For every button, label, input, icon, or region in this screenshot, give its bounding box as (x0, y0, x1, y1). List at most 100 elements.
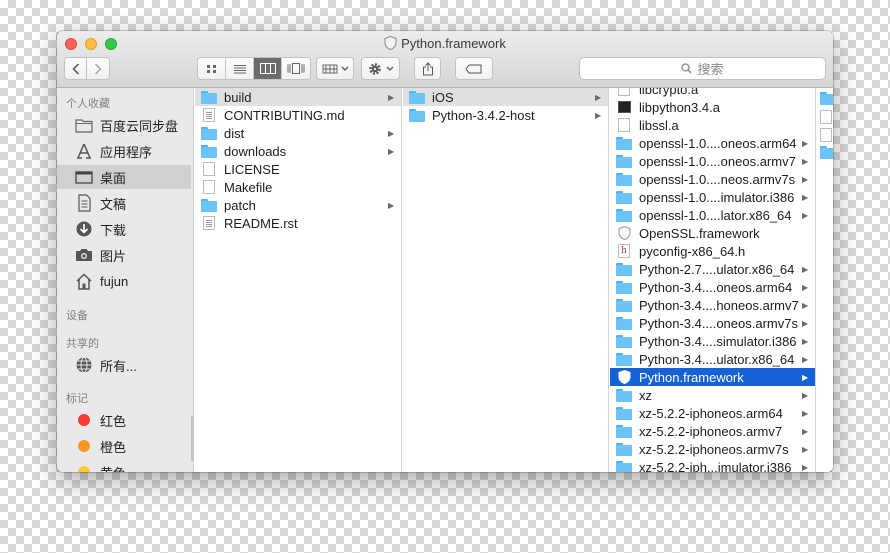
item-label: Python.framework (639, 369, 744, 385)
sidebar-item-documents[interactable]: 文稿 (57, 191, 191, 215)
list-view-icon (233, 64, 246, 73)
list-item[interactable]: LICENSE (195, 160, 401, 178)
list-item[interactable]: openssl-1.0....oneos.armv7 ▶ (610, 152, 815, 170)
list-item[interactable]: OpenSSL.framework (610, 224, 815, 242)
list-item[interactable]: Makefile (195, 178, 401, 196)
sidebar-tag-orange[interactable]: 橙色 (57, 434, 191, 458)
column-view-button[interactable] (254, 58, 282, 79)
list-item[interactable]: Python-3.4....honeos.armv7 ▶ (610, 296, 815, 314)
disclosure-arrow-icon: ▶ (802, 174, 809, 184)
exec-icon (616, 100, 632, 114)
list-item[interactable]: xz-5.2.2-iphoneos.armv7 ▶ (610, 422, 815, 440)
edit-tags-button[interactable] (455, 57, 493, 80)
item-label: Python-3.4....honeos.armv7 (639, 297, 799, 313)
item-label: xz-5.2.2-iphoneos.arm64 (639, 405, 783, 421)
disclosure-arrow-icon: ▶ (802, 318, 809, 328)
list-item-selected[interactable]: Python.framework ▶ (610, 368, 815, 386)
item-label: patch (224, 197, 256, 213)
list-item[interactable]: patch ▶ (195, 196, 401, 214)
folder-icon (616, 442, 632, 456)
disclosure-arrow-icon: ▶ (802, 192, 809, 202)
documents-icon (74, 194, 94, 212)
list-item[interactable]: build ▶ (195, 88, 401, 106)
list-item[interactable]: xz ▶ (610, 386, 815, 404)
arrange-icon (322, 64, 337, 73)
list-item[interactable]: Python-3.4....ulator.x86_64 ▶ (610, 350, 815, 368)
file-icon (201, 162, 217, 176)
list-view-button[interactable] (226, 58, 254, 79)
sidebar-item-label: 文稿 (100, 196, 127, 212)
item-label: CONTRIBUTING.md (224, 107, 345, 123)
list-item[interactable]: libssl.a (610, 116, 815, 134)
share-button[interactable] (414, 57, 441, 80)
list-item[interactable]: Python-3.4....simulator.i386 ▶ (610, 332, 815, 350)
sidebar-tag-yellow[interactable]: 黄色 (57, 460, 191, 472)
list-item[interactable]: xz-5.2.2-iph...imulator.i386 ▶ (610, 458, 815, 472)
list-item[interactable]: iOS ▶ (403, 88, 608, 106)
folder-icon (616, 460, 632, 472)
globe-icon (74, 356, 94, 374)
sidebar-item-all-shared[interactable]: 所有... (57, 353, 191, 377)
file-icon (616, 88, 632, 96)
sidebar-item-label: 下载 (100, 222, 127, 238)
sidebar-item-desktop[interactable]: 桌面 (57, 165, 191, 189)
sidebar-item-applications[interactable]: 应用程序 (57, 139, 191, 163)
list-item[interactable]: Python-3.4....oneos.arm64 ▶ (610, 278, 815, 296)
list-item[interactable]: downloads ▶ (195, 142, 401, 160)
list-item[interactable]: openssl-1.0....imulator.i386 ▶ (610, 188, 815, 206)
item-label: openssl-1.0....lator.x86_64 (639, 207, 792, 223)
chevron-left-icon (71, 62, 79, 75)
item-label: libpython3.4.a (639, 99, 720, 115)
action-button[interactable] (361, 57, 400, 80)
folder-icon (616, 172, 632, 186)
sidebar-scrollbar[interactable] (191, 416, 194, 461)
window-title-text: Python.framework (401, 36, 506, 51)
item-label: downloads (224, 143, 287, 159)
back-button[interactable] (64, 57, 87, 80)
disclosure-arrow-icon: ▶ (802, 282, 809, 292)
list-item[interactable]: Python-3.4.2-host ▶ (403, 106, 608, 124)
list-item[interactable]: openssl-1.0....lator.x86_64 ▶ (610, 206, 815, 224)
list-item[interactable]: Python-2.7....ulator.x86_64 ▶ (610, 260, 815, 278)
icon-view-button[interactable] (198, 58, 226, 79)
folder-icon (201, 198, 217, 212)
list-item[interactable]: Python-3.4....oneos.armv7s ▶ (610, 314, 815, 332)
sidebar: 个人收藏 百度云同步盘 应用程序 桌面 文稿 下载 图片 fujun 设备 共享… (57, 88, 194, 472)
view-mode-control (197, 57, 311, 80)
list-item[interactable]: CONTRIBUTING.md (195, 106, 401, 124)
list-item[interactable]: libcrypto.a (610, 88, 815, 98)
sidebar-item-home[interactable]: fujun (57, 269, 191, 293)
sidebar-item-downloads[interactable]: 下载 (57, 217, 191, 241)
item-label: iOS (432, 89, 454, 105)
disclosure-arrow-icon: ▶ (388, 200, 395, 210)
list-item[interactable]: README.rst (195, 214, 401, 232)
list-item[interactable]: xz-5.2.2-iphoneos.arm64 ▶ (610, 404, 815, 422)
list-item[interactable]: xz-5.2.2-iphoneos.armv7s ▶ (610, 440, 815, 458)
sidebar-item-baiduyun[interactable]: 百度云同步盘 (57, 113, 191, 137)
sidebar-item-label: 桌面 (100, 170, 127, 186)
search-icon (681, 63, 692, 74)
forward-button[interactable] (86, 57, 110, 80)
item-label: libssl.a (639, 117, 679, 133)
item-label: OpenSSL.framework (639, 225, 760, 241)
list-item[interactable]: openssl-1.0....oneos.arm64 ▶ (610, 134, 815, 152)
home-icon (74, 272, 94, 290)
column-4 (817, 88, 833, 472)
disclosure-arrow-icon: ▶ (802, 354, 809, 364)
list-item[interactable]: h pyconfig-x86_64.h (610, 242, 815, 260)
arrange-button[interactable] (316, 57, 354, 80)
text-file-icon (201, 108, 217, 122)
list-item[interactable]: dist ▶ (195, 124, 401, 142)
sidebar-item-pictures[interactable]: 图片 (57, 243, 191, 267)
disclosure-arrow-icon: ▶ (802, 462, 809, 472)
sidebar-tag-red[interactable]: 红色 (57, 408, 191, 432)
shared-header: 共享的 (66, 338, 99, 350)
item-label: README.rst (224, 215, 298, 231)
list-item[interactable]: openssl-1.0....neos.armv7s ▶ (610, 170, 815, 188)
icon-view-icon (206, 64, 216, 73)
cover-flow-button[interactable] (282, 58, 310, 79)
search-field[interactable]: 搜索 (579, 57, 826, 80)
item-label: Python-3.4.2-host (432, 107, 535, 123)
disclosure-arrow-icon: ▶ (802, 138, 809, 148)
list-item[interactable]: libpython3.4.a (610, 98, 815, 116)
